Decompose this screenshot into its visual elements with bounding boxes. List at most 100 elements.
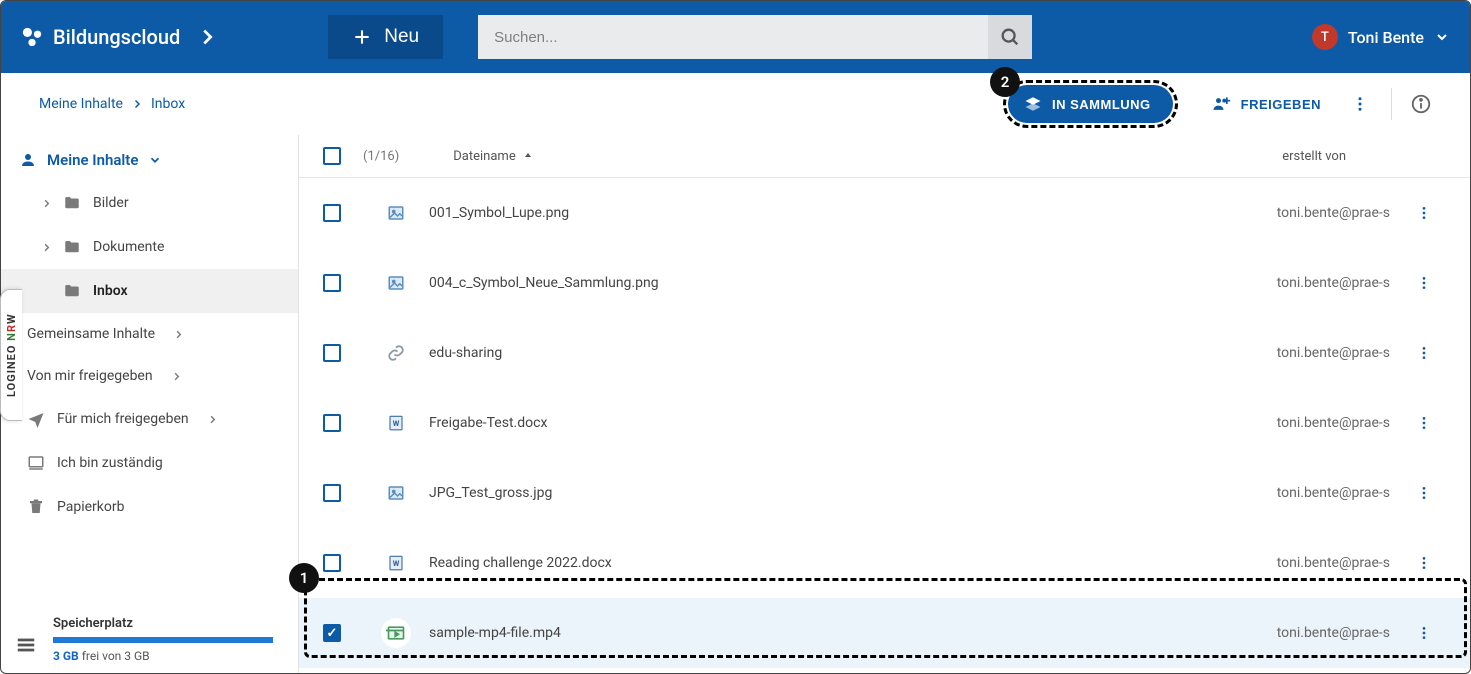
row-checkbox[interactable] xyxy=(323,204,341,222)
user-menu[interactable]: T Toni Bente xyxy=(1312,24,1450,50)
sidebar-item[interactable]: Inbox xyxy=(1,269,298,313)
row-checkbox[interactable] xyxy=(323,414,341,432)
callout-badge: 1 xyxy=(289,563,319,593)
chevron-down-icon xyxy=(148,153,162,167)
row-more-button[interactable] xyxy=(1412,271,1436,295)
sidebar-header[interactable]: Meine Inhalte xyxy=(1,135,298,181)
file-creator: toni.bente@prae-s xyxy=(1277,275,1390,291)
image-icon xyxy=(381,198,411,228)
info-button[interactable] xyxy=(1410,93,1432,115)
sidebar-item-label: Bilder xyxy=(93,195,129,211)
sidebar: LOGINEO NRW Meine Inhalte Bilder Dokument… xyxy=(1,135,299,673)
row-checkbox[interactable] xyxy=(323,554,341,572)
image-icon xyxy=(381,268,411,298)
row-more-button[interactable] xyxy=(1412,481,1436,505)
word-icon: W xyxy=(381,408,411,438)
chevron-right-icon xyxy=(131,98,143,110)
sidebar-item[interactable]: Dokumente xyxy=(1,225,298,269)
logineo-tab[interactable]: LOGINEO NRW xyxy=(0,289,22,421)
row-checkbox[interactable] xyxy=(323,274,341,292)
search-icon xyxy=(999,26,1021,48)
table-row[interactable]: W Freigabe-Test.docx toni.bente@prae-s xyxy=(299,388,1470,458)
sidebar-item[interactable]: Ich bin zuständig xyxy=(1,441,298,485)
add-to-collection-button[interactable]: IN SAMMLUNG xyxy=(1008,85,1173,123)
sidebar-item-label: Für mich freigegeben xyxy=(57,411,189,427)
file-name: sample-mp4-file.mp4 xyxy=(429,625,561,641)
sidebar-item[interactable]: Bilder xyxy=(1,181,298,225)
image-icon xyxy=(381,478,411,508)
svg-text:W: W xyxy=(393,559,400,568)
brand-link[interactable]: Bildungscloud xyxy=(21,25,218,49)
row-more-button[interactable] xyxy=(1412,621,1436,645)
file-name: edu-sharing xyxy=(429,345,502,361)
table-row[interactable]: 001_Symbol_Lupe.png toni.bente@prae-s xyxy=(299,178,1470,248)
column-created-header[interactable]: erstellt von xyxy=(1282,149,1346,164)
search-input[interactable] xyxy=(478,15,988,59)
selection-count: (1/16) xyxy=(363,149,399,164)
breadcrumb-item[interactable]: Meine Inhalte xyxy=(39,96,123,112)
chevron-right-icon xyxy=(171,371,182,382)
link-icon xyxy=(381,338,411,368)
table-row[interactable]: W Reading challenge 2022.docx toni.bente… xyxy=(299,528,1470,598)
file-creator: toni.bente@prae-s xyxy=(1277,485,1390,501)
app-header: Bildungscloud Neu T Toni Bente xyxy=(1,1,1470,73)
row-more-button[interactable] xyxy=(1412,411,1436,435)
table-row[interactable]: 004_c_Symbol_Neue_Sammlung.png toni.bent… xyxy=(299,248,1470,318)
row-more-button[interactable] xyxy=(1412,201,1436,225)
file-creator: toni.bente@prae-s xyxy=(1277,415,1390,431)
row-more-button[interactable] xyxy=(1412,341,1436,365)
new-button-label: Neu xyxy=(384,26,419,48)
sidebar-item-label: Ich bin zuständig xyxy=(57,455,163,471)
trash-icon xyxy=(27,498,45,516)
search-button[interactable] xyxy=(988,15,1032,59)
new-button[interactable]: Neu xyxy=(328,15,443,59)
chevron-right-icon xyxy=(207,414,218,425)
list-view-icon[interactable] xyxy=(15,634,37,656)
table-row[interactable]: sample-mp4-file.mp4 toni.bente@prae-s xyxy=(299,598,1470,668)
file-name: Reading challenge 2022.docx xyxy=(429,555,612,571)
video-icon xyxy=(381,618,411,648)
row-checkbox[interactable] xyxy=(323,484,341,502)
row-more-button[interactable] xyxy=(1412,551,1436,575)
brand-logo-icon xyxy=(21,26,43,48)
storage-text: 3 GB frei von 3 GB xyxy=(53,649,288,663)
avatar: T xyxy=(1312,24,1338,50)
callout-badge: 2 xyxy=(990,67,1020,97)
chevron-right-icon xyxy=(173,329,184,340)
chevron-right-icon xyxy=(196,26,218,48)
file-name: 001_Symbol_Lupe.png xyxy=(429,205,569,221)
file-creator: toni.bente@prae-s xyxy=(1277,345,1390,361)
column-name-header[interactable]: Dateiname xyxy=(453,149,533,164)
file-name: Freigabe-Test.docx xyxy=(429,415,547,431)
search-bar xyxy=(478,15,1032,59)
breadcrumb-item[interactable]: Inbox xyxy=(151,96,185,112)
row-checkbox[interactable] xyxy=(323,624,341,642)
table-row[interactable]: JPG_Test_gross.jpg toni.bente@prae-s xyxy=(299,458,1470,528)
table-row[interactable]: edu-sharing toni.bente@prae-s xyxy=(299,318,1470,388)
brand-label: Bildungscloud xyxy=(53,25,180,49)
row-checkbox[interactable] xyxy=(323,344,341,362)
sidebar-item[interactable]: Papierkorb xyxy=(1,485,298,529)
plus-icon xyxy=(352,27,372,47)
storage-title: Speicherplatz xyxy=(53,616,288,631)
sidebar-item-label: Von mir freigegeben xyxy=(27,368,153,384)
sidebar-item-label: Dokumente xyxy=(93,239,164,255)
sidebar-item[interactable]: Für mich freigegeben xyxy=(1,397,298,441)
more-options-button[interactable] xyxy=(1347,91,1373,117)
file-creator: toni.bente@prae-s xyxy=(1277,205,1390,221)
word-icon: W xyxy=(381,548,411,578)
select-all-checkbox[interactable] xyxy=(323,147,341,165)
share-button[interactable]: FREIGEBEN xyxy=(1211,94,1321,114)
monitor-icon xyxy=(27,454,45,472)
expand-icon xyxy=(41,198,51,209)
chevron-down-icon xyxy=(1434,29,1450,45)
sort-asc-icon xyxy=(522,150,534,162)
breadcrumb: Meine Inhalte Inbox xyxy=(39,96,185,112)
sub-toolbar: Meine Inhalte Inbox 2 IN SAMMLUNG FREIGE… xyxy=(1,73,1470,135)
sidebar-item[interactable]: Gemeinsame Inhalte xyxy=(1,313,298,355)
file-creator: toni.bente@prae-s xyxy=(1277,555,1390,571)
file-name: JPG_Test_gross.jpg xyxy=(429,485,552,501)
share-button-label: FREIGEBEN xyxy=(1241,97,1321,112)
sidebar-tree: Bilder Dokumente InboxGemeinsame Inhalte Vo… xyxy=(1,181,298,606)
sidebar-item[interactable]: Von mir freigegeben xyxy=(1,355,298,397)
